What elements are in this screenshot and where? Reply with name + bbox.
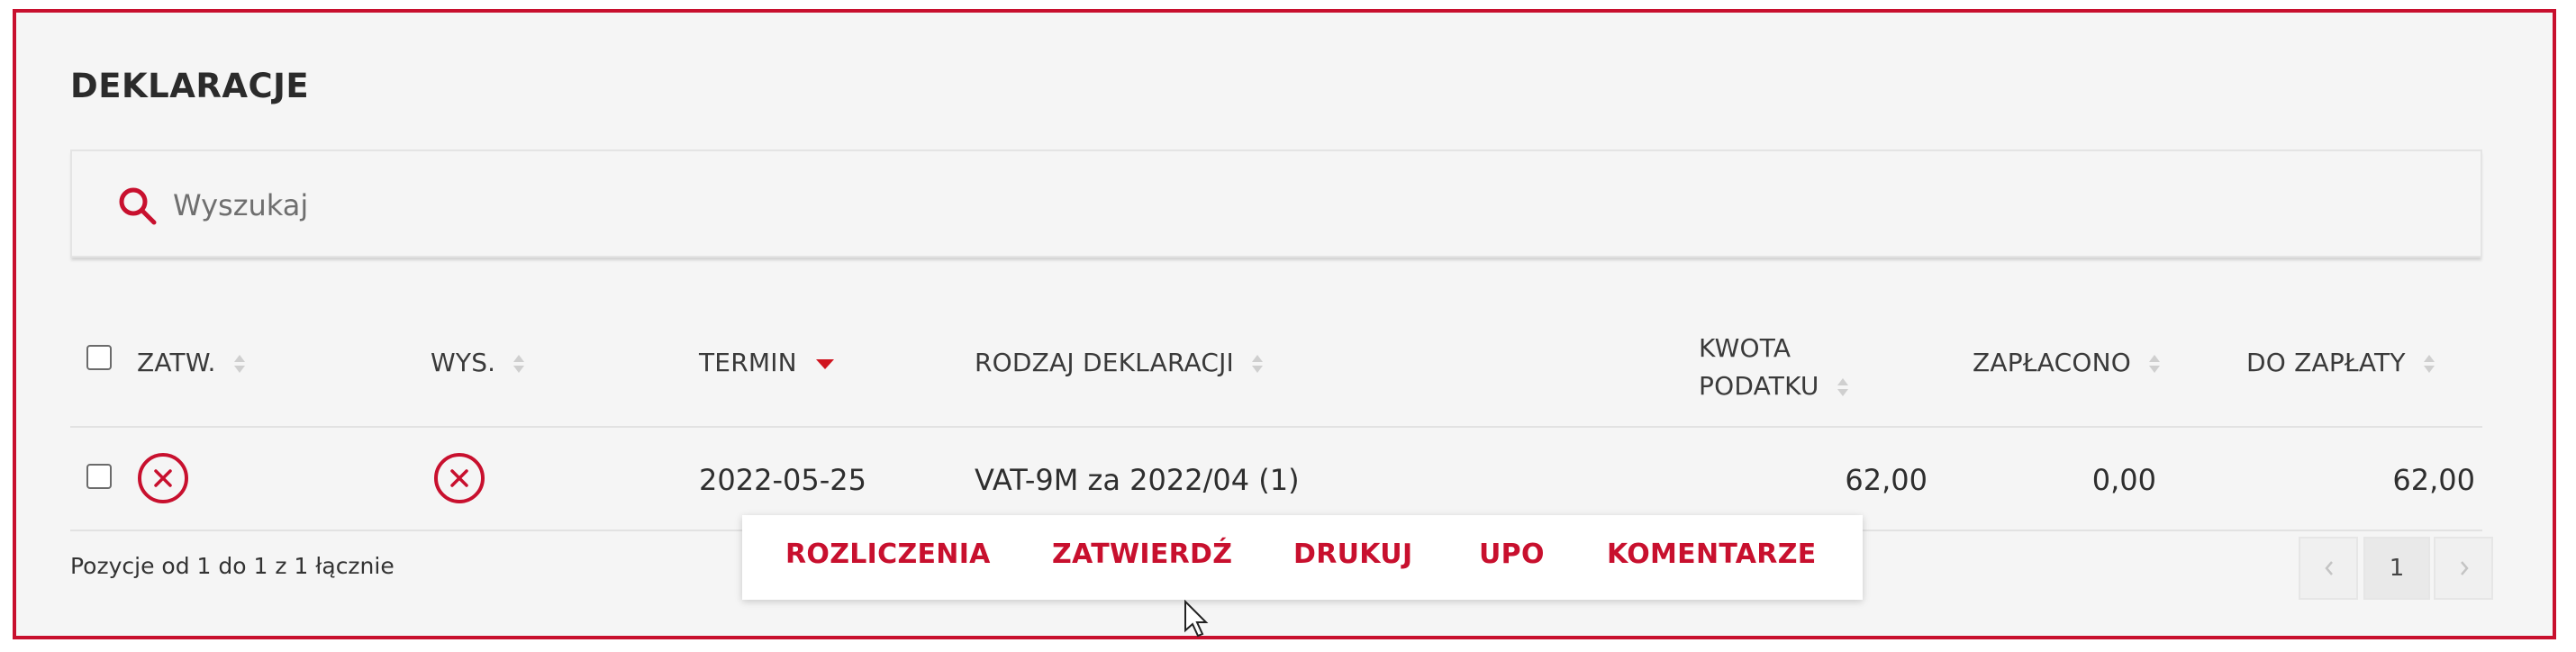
column-header-zaplacono[interactable]: ZAPŁACONO (1973, 348, 2161, 377)
column-header-do-zaplaty[interactable]: DO ZAPŁATY (2246, 348, 2435, 377)
search-input[interactable] (171, 177, 2336, 234)
sort-icon (233, 355, 245, 373)
rozliczenia-button[interactable]: ROZLICZENIA (785, 539, 991, 570)
zatwierdz-button[interactable]: ZATWIERDŹ (1052, 539, 1232, 570)
komentarze-button[interactable]: KOMENTARZE (1607, 539, 1817, 570)
x-circle-icon (138, 453, 188, 503)
column-header-kwota[interactable]: KWOTA PODATKU (1699, 330, 1849, 405)
mouse-cursor-icon (1184, 600, 1209, 638)
column-header-label: PODATKU (1699, 371, 1819, 401)
cell-zaplacono: 0,00 (2091, 463, 2156, 497)
next-page-button[interactable] (2434, 537, 2493, 600)
column-header-rodzaj[interactable]: RODZAJ DEKLARACJI (975, 348, 1264, 377)
column-header-zatw[interactable]: ZATW. (137, 348, 246, 377)
sort-icon (513, 355, 525, 373)
sort-icon (2149, 355, 2161, 373)
column-header-label: ZATW. (137, 348, 216, 377)
sort-icon (1837, 378, 1848, 396)
upo-button[interactable]: UPO (1479, 539, 1545, 570)
cell-rodzaj: VAT-9M za 2022/04 (1) (975, 463, 1300, 497)
chevron-right-icon (2461, 561, 2469, 575)
column-header-label: WYS. (431, 348, 496, 377)
chevron-left-icon (2325, 561, 2333, 575)
page-number-button[interactable]: 1 (2363, 537, 2430, 600)
drukuj-button[interactable]: DRUKUJ (1293, 539, 1412, 570)
cell-do-zaplaty: 62,00 (2392, 463, 2475, 497)
search-bar[interactable] (70, 149, 2482, 258)
sort-icon (1252, 355, 1264, 373)
sort-descending-icon (815, 358, 834, 369)
row-checkbox[interactable] (86, 464, 112, 489)
header-divider (70, 426, 2482, 428)
pagination-summary: Pozycje od 1 do 1 z 1 łącznie (70, 553, 395, 579)
select-all-checkbox[interactable] (86, 345, 112, 370)
column-header-label: TERMIN (699, 348, 797, 377)
column-header-label: DO ZAPŁATY (2246, 348, 2406, 377)
column-header-wys[interactable]: WYS. (431, 348, 525, 377)
sort-icon (2423, 355, 2435, 373)
column-header-termin[interactable]: TERMIN (699, 348, 834, 377)
column-header-label: RODZAJ DEKLARACJI (975, 348, 1235, 377)
column-header-label: KWOTA (1699, 333, 1791, 363)
cell-termin: 2022-05-25 (699, 463, 866, 497)
column-header-label: ZAPŁACONO (1973, 348, 2131, 377)
search-icon (119, 187, 157, 225)
cell-kwota: 62,00 (1845, 463, 1927, 497)
x-circle-icon (434, 453, 485, 503)
page-title: DEKLARACJE (70, 67, 310, 105)
previous-page-button[interactable] (2299, 537, 2358, 600)
action-toolbar: ROZLICZENIA ZATWIERDŹ DRUKUJ UPO KOMENTA… (742, 515, 1863, 600)
